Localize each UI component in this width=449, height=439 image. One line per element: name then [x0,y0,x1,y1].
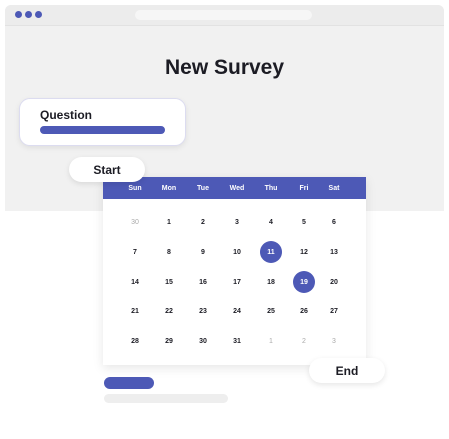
day-cell[interactable]: 3 [226,211,248,233]
weekday-label: Thu [264,184,278,192]
question-card[interactable]: Question [19,98,186,146]
day-cell[interactable]: 24 [226,300,248,322]
start-date-button[interactable]: Start [69,157,145,182]
day-cell[interactable]: 1 [260,330,282,352]
date-picker-calendar: Sun Mon Tue Wed Thu Fri Sat 30 1 2 3 4 5 6 7 8 9 10 11 12 1… [103,177,366,365]
day-cell[interactable]: 30 [124,211,146,233]
weekday-label: Mon [161,184,177,192]
day-cell[interactable]: 25 [260,300,282,322]
day-cell[interactable]: 9 [192,241,214,263]
day-cell[interactable]: 8 [158,241,180,263]
bottom-placeholder-line [104,394,228,403]
day-cell[interactable]: 22 [158,300,180,322]
day-cell[interactable]: 14 [124,271,146,293]
selected-day-cell[interactable]: 11 [260,241,282,263]
day-cell[interactable]: 10 [226,241,248,263]
day-cell[interactable]: 13 [323,241,345,263]
address-bar[interactable] [135,10,312,20]
day-cell[interactable]: 7 [124,241,146,263]
day-cell[interactable]: 23 [192,300,214,322]
day-cell[interactable]: 6 [323,211,345,233]
day-cell[interactable]: 28 [124,330,146,352]
day-cell[interactable]: 2 [293,330,315,352]
day-cell[interactable]: 3 [323,330,345,352]
weekday-label: Sat [328,184,340,192]
day-cell[interactable]: 17 [226,271,248,293]
day-cell[interactable]: 16 [192,271,214,293]
question-input-bar[interactable] [40,126,165,134]
bottom-accent-bar[interactable] [104,377,154,389]
window-titlebar [5,5,444,26]
weekday-label: Tue [197,184,209,192]
window-dot-icon[interactable] [25,11,32,18]
day-cell[interactable]: 30 [192,330,214,352]
day-cell[interactable]: 29 [158,330,180,352]
window-dot-icon[interactable] [15,11,22,18]
day-cell[interactable]: 12 [293,241,315,263]
day-cell[interactable]: 5 [293,211,315,233]
day-cell[interactable]: 20 [323,271,345,293]
day-cell[interactable]: 27 [323,300,345,322]
selected-day-cell[interactable]: 19 [293,271,315,293]
day-cell[interactable]: 2 [192,211,214,233]
day-cell[interactable]: 26 [293,300,315,322]
day-cell[interactable]: 4 [260,211,282,233]
day-cell[interactable]: 21 [124,300,146,322]
day-cell[interactable]: 18 [260,271,282,293]
end-date-button[interactable]: End [309,358,385,383]
window-dot-icon[interactable] [35,11,42,18]
calendar-weekday-header: Sun Mon Tue Wed Thu Fri Sat [103,177,366,199]
question-label: Question [40,108,93,122]
page-title: New Survey [164,56,285,79]
day-cell[interactable]: 15 [158,271,180,293]
weekday-label: Wed [229,184,245,192]
day-cell[interactable]: 1 [158,211,180,233]
day-cell[interactable]: 31 [226,330,248,352]
weekday-label: Fri [299,184,309,192]
